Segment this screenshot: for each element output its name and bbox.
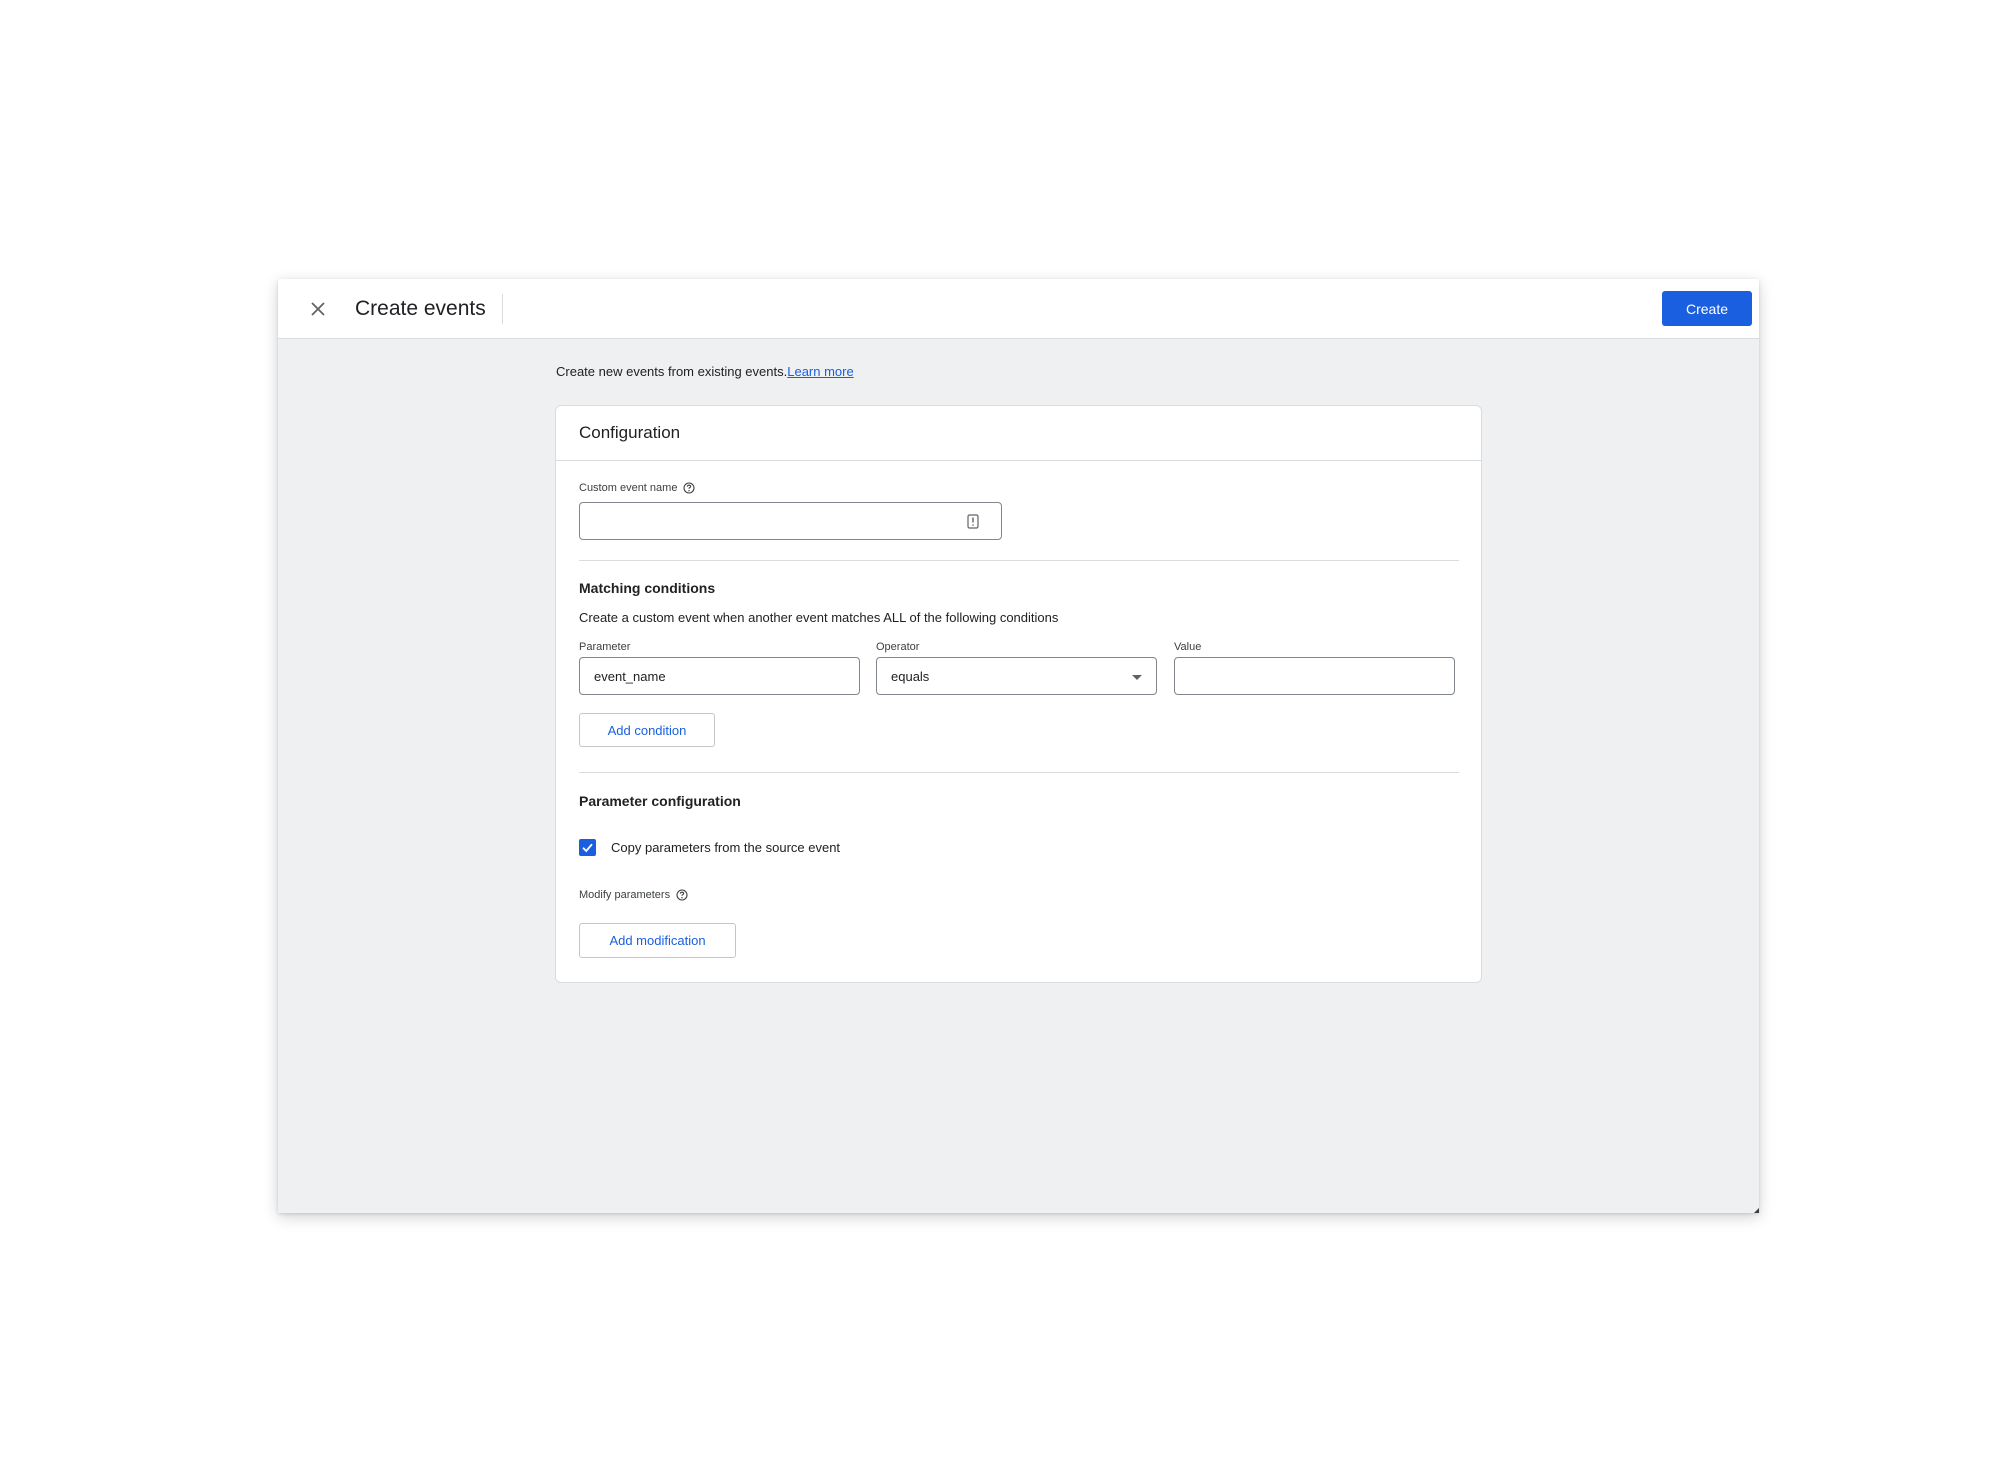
copy-parameters-label[interactable]: Copy parameters from the source event — [611, 840, 840, 855]
create-button[interactable]: Create — [1662, 291, 1752, 326]
section-divider — [579, 560, 1459, 561]
close-icon — [310, 301, 326, 317]
parameter-configuration-title: Parameter configuration — [579, 793, 741, 809]
operator-value: equals — [891, 668, 930, 684]
custom-event-name-input[interactable] — [579, 502, 1002, 540]
text-field-action-icon[interactable] — [967, 514, 979, 529]
section-divider — [579, 772, 1459, 773]
operator-select[interactable]: equals — [876, 657, 1157, 695]
operator-label: Operator — [876, 641, 920, 653]
close-button[interactable] — [304, 295, 332, 323]
copy-parameters-checkbox[interactable] — [579, 839, 596, 856]
modify-parameters-label: Modify parameters — [579, 889, 671, 901]
dialog-header: Create events Create — [278, 279, 1759, 339]
create-events-dialog: Create events Create Create new events f… — [278, 279, 1759, 1213]
checkmark-icon — [581, 841, 594, 854]
resize-handle[interactable] — [1754, 1208, 1759, 1213]
configuration-card: Configuration Custom event name Matching… — [555, 405, 1482, 983]
dropdown-arrow-icon — [1132, 675, 1142, 680]
parameter-input[interactable]: event_name — [579, 657, 860, 695]
configuration-title: Configuration — [556, 406, 1481, 461]
parameter-label: Parameter — [579, 641, 631, 653]
learn-more-link[interactable]: Learn more — [787, 364, 853, 379]
value-label: Value — [1174, 641, 1202, 653]
add-condition-button[interactable]: Add condition — [579, 713, 715, 747]
value-input[interactable] — [1174, 657, 1455, 695]
intro-description: Create new events from existing events. — [556, 364, 788, 379]
custom-event-name-label: Custom event name — [579, 482, 678, 494]
custom-event-name-label-row: Custom event name — [579, 482, 695, 494]
help-icon[interactable] — [676, 889, 688, 901]
modify-parameters-label-row: Modify parameters — [579, 889, 688, 901]
matching-conditions-title: Matching conditions — [579, 580, 716, 596]
matching-conditions-description: Create a custom event when another event… — [579, 610, 1059, 625]
parameter-value: event_name — [594, 668, 666, 684]
intro-text: Create new events from existing events.L… — [556, 363, 854, 381]
page-title: Create events — [355, 294, 503, 324]
add-modification-button[interactable]: Add modification — [579, 923, 736, 958]
help-icon[interactable] — [683, 482, 695, 494]
